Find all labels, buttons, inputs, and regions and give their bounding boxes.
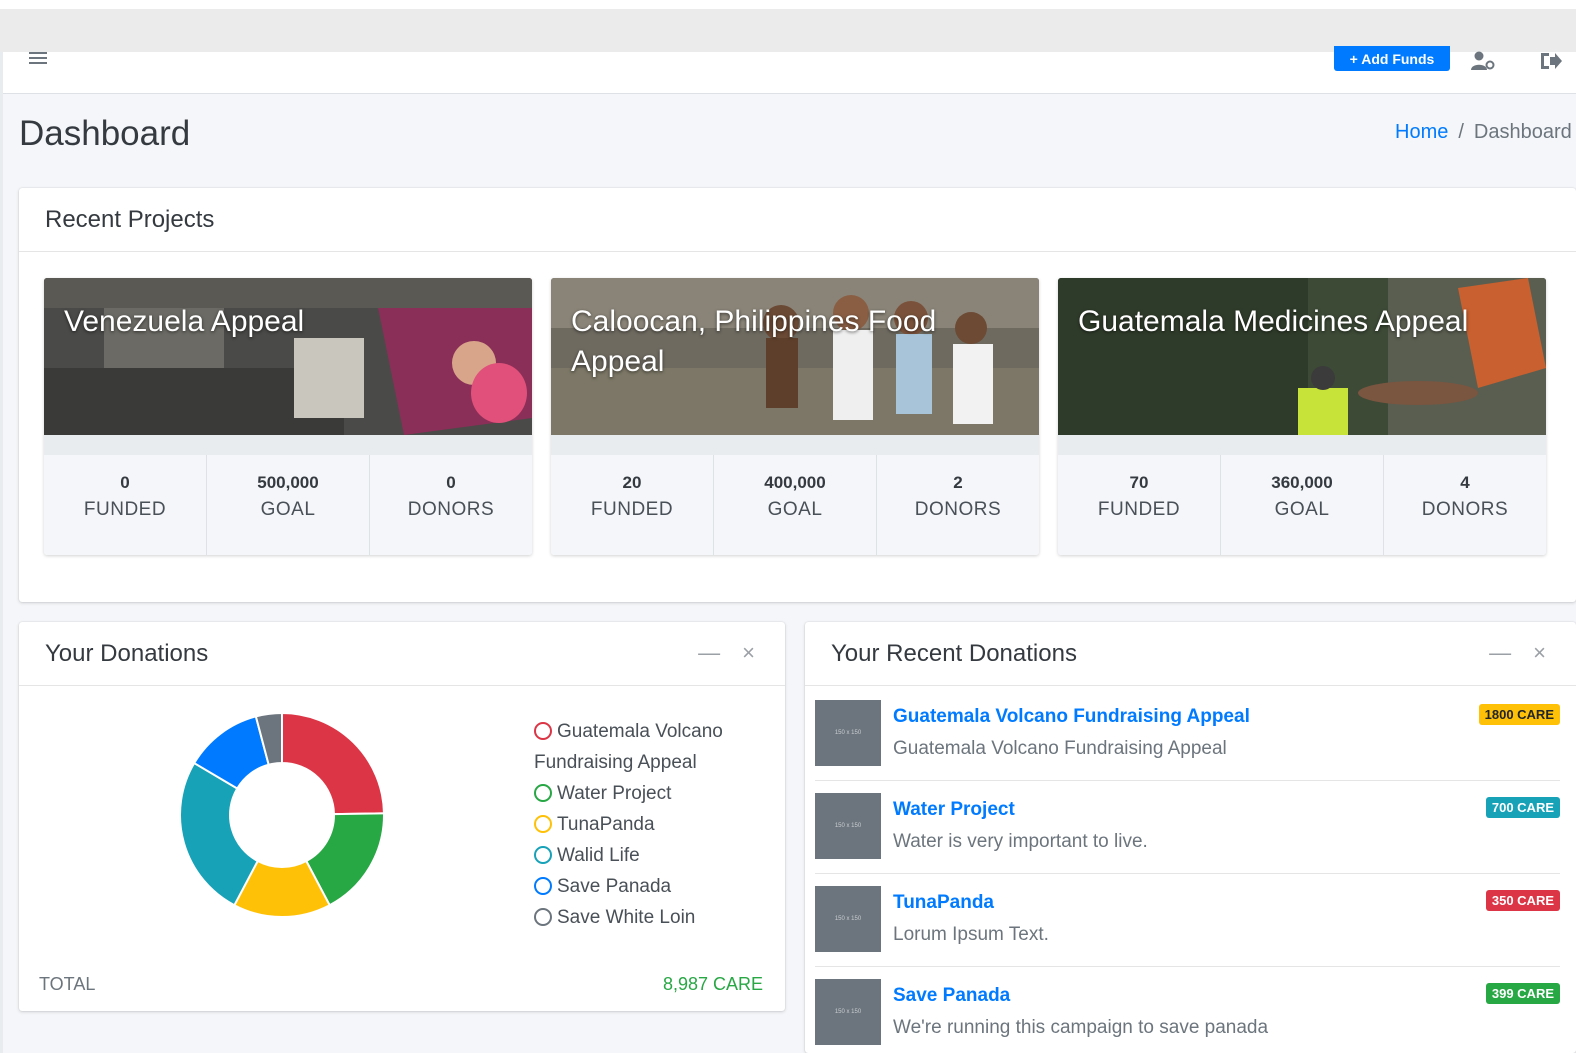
donations-donut-chart: [179, 712, 385, 918]
project-image: Venezuela Appeal: [44, 278, 532, 435]
sidebar-edge: [0, 52, 3, 1053]
thumbnail-image: 150 x 150: [815, 700, 881, 766]
legend-circle-icon: [534, 908, 552, 926]
total-value: 8,987 CARE: [662, 974, 763, 994]
donut-slice-0[interactable]: [281, 712, 385, 816]
project-card-guatemala[interactable]: Guatemala Medicines Appeal 70 FUNDED 360,…: [1058, 278, 1546, 555]
total-label: TOTAL: [39, 974, 96, 994]
legend-item[interactable]: Walid Life: [534, 840, 754, 871]
project-funded: 0 FUNDED: [44, 455, 207, 555]
recent-projects-card: Recent Projects Venezuela Appeal 0 FUNDED…: [19, 188, 1576, 602]
hamburger-menu-icon[interactable]: [29, 52, 49, 66]
logout-icon[interactable]: [1538, 50, 1564, 72]
legend-item[interactable]: TunaPanda: [534, 809, 754, 840]
recent-donation-item: 150 x 150 Water Project Water is very impo…: [815, 781, 1560, 874]
donut-slice-3[interactable]: [179, 761, 260, 907]
project-stats: 70 FUNDED 360,000 GOAL 4 DONORS: [1058, 455, 1546, 555]
project-card-caloocan[interactable]: Caloocan, Philippines Food Appeal 20 FUND…: [551, 278, 1039, 555]
legend-circle-icon: [534, 877, 552, 895]
minimize-icon[interactable]: —: [1489, 640, 1511, 666]
project-image: Guatemala Medicines Appeal: [1058, 278, 1546, 435]
legend-item[interactable]: Save Panada: [534, 871, 754, 902]
project-donors: 4 DONORS: [1421, 473, 1509, 520]
add-funds-button[interactable]: + Add Funds: [1334, 46, 1450, 71]
legend-label: Guatemala Volcano Fundraising Appeal: [534, 721, 723, 773]
project-stats: 0 FUNDED 500,000 GOAL 0 DONORS: [44, 455, 532, 555]
donation-description: We're running this campaign to save pana…: [893, 1017, 1269, 1038]
project-funded: 70 FUNDED: [1058, 455, 1221, 555]
legend-circle-icon: [534, 815, 552, 833]
project-card-venezuela[interactable]: Venezuela Appeal 0 FUNDED 500,000 GOAL 0 DO…: [44, 278, 532, 555]
project-image: Caloocan, Philippines Food Appeal: [551, 278, 1039, 435]
project-stats: 20 FUNDED 400,000 GOAL 2 DONORS: [551, 455, 1039, 555]
project-funded: 20 FUNDED: [551, 455, 714, 555]
care-amount-badge: 700 CARE: [1485, 797, 1560, 818]
close-icon[interactable]: ×: [1533, 640, 1546, 666]
donation-title-link[interactable]: TunaPanda: [893, 892, 994, 914]
legend-item[interactable]: Save White Loin: [534, 902, 754, 933]
thumbnail-image: 150 x 150: [815, 886, 881, 952]
legend-item[interactable]: Guatemala Volcano Fundraising Appeal: [534, 716, 754, 778]
donation-description: Guatemala Volcano Fundraising Appeal: [893, 738, 1227, 759]
donation-title-link[interactable]: Guatemala Volcano Fundraising Appeal: [893, 706, 1250, 728]
legend-circle-icon: [534, 784, 552, 802]
legend-label: Walid Life: [557, 845, 640, 866]
card-tools: — ×: [698, 640, 755, 666]
recent-donation-item: 150 x 150 Guatemala Volcano Fundraising A…: [815, 688, 1560, 781]
thumbnail-image: 150 x 150: [815, 793, 881, 859]
donation-description: Water is very important to live.: [893, 831, 1148, 852]
care-amount-badge: 350 CARE: [1485, 890, 1560, 911]
legend-label: Save White Loin: [557, 907, 696, 928]
breadcrumb-home-link[interactable]: Home: [1395, 121, 1448, 143]
legend-label: Save Panada: [557, 876, 672, 897]
project-title: Caloocan, Philippines Food Appeal: [571, 305, 937, 378]
donation-description: Lorum Ipsum Text.: [893, 924, 1049, 945]
recent-donations-card: Your Recent Donations — × 150 x 150 Guate…: [805, 622, 1576, 1053]
top-navbar: + Add Funds: [3, 46, 1576, 94]
legend-label: Water Project: [557, 783, 672, 804]
card-tools: — ×: [1489, 640, 1546, 666]
recent-donations-title: Your Recent Donations: [831, 639, 1077, 667]
page-title: Dashboard: [19, 114, 191, 153]
project-donors: 0 DONORS: [407, 473, 495, 520]
your-donations-card: Your Donations — × Guatemala Volcano Fun…: [19, 622, 785, 1011]
donation-title-link[interactable]: Save Panada: [893, 985, 1010, 1007]
breadcrumb-separator: /: [1458, 121, 1464, 143]
recent-projects-header: Recent Projects: [19, 188, 1576, 252]
legend-circle-icon: [534, 846, 552, 864]
legend-circle-icon: [534, 722, 552, 740]
legend-item[interactable]: Water Project: [534, 778, 754, 809]
project-title: Guatemala Medicines Appeal: [1078, 305, 1469, 338]
breadcrumb-current: Dashboard: [1473, 121, 1572, 143]
recent-donation-item: 150 x 150 TunaPanda Lorum Ipsum Text. 350 C…: [815, 874, 1560, 967]
donations-legend: Guatemala Volcano Fundraising Appeal Wate…: [534, 716, 754, 933]
your-donations-header: Your Donations — ×: [19, 622, 785, 686]
legend-label: TunaPanda: [557, 814, 655, 835]
care-amount-badge: 399 CARE: [1485, 983, 1560, 1004]
recent-donation-item: 150 x 150 Save Panada We're running this c…: [815, 967, 1560, 1053]
your-donations-title: Your Donations: [45, 639, 209, 667]
minimize-icon[interactable]: —: [698, 640, 720, 666]
project-title: Venezuela Appeal: [64, 305, 305, 338]
thumbnail-image: 150 x 150: [815, 979, 881, 1045]
close-icon[interactable]: ×: [742, 640, 755, 666]
user-settings-icon[interactable]: [1470, 50, 1496, 72]
project-goal: 400,000 GOAL: [714, 455, 877, 555]
project-goal: 360,000 GOAL: [1221, 455, 1384, 555]
breadcrumb: Home / Dashboard: [1395, 121, 1572, 144]
recent-donations-header: Your Recent Donations — ×: [805, 622, 1576, 686]
project-donors: 2 DONORS: [914, 473, 1002, 520]
care-amount-badge: 1800 CARE: [1478, 704, 1560, 725]
donation-title-link[interactable]: Water Project: [893, 799, 1015, 821]
project-goal: 500,000 GOAL: [207, 455, 370, 555]
browser-top-strip: [0, 0, 1576, 52]
